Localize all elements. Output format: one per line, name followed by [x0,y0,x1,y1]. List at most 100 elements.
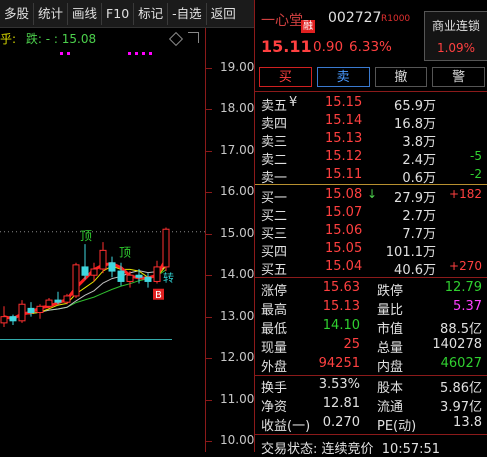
legend-prefix: 乎: [0,32,17,46]
cancel-order-button[interactable]: 撤 [374,67,428,87]
axis-tick-mark [206,109,212,111]
alert-button[interactable]: 警 [432,67,485,87]
axis-tick-mark [206,150,212,152]
candle-body [0,316,8,324]
candle-body [108,262,116,272]
sector-name: 商业连锁 [431,19,480,33]
candlestick-chart[interactable]: 顶顶B转 [0,48,205,452]
toolbar-item-multi-stock[interactable]: 多股 [0,2,35,25]
trade-actions: 买 卖 撤 警 [259,67,485,87]
price-change-pct: 6.33% [349,39,392,55]
buy-signal-label: B [155,290,162,301]
candle-body [117,270,125,282]
expand-icon[interactable] [188,32,199,43]
axis-tick-mark [206,233,212,235]
stat-row: 涨停 15.63 跌停 12.79 [261,280,482,299]
spread-divider [255,184,487,185]
sector-box[interactable]: 商业连锁 1.09% [424,11,487,61]
price-axis: 19.00 18.00 17.00 16.00 15.00 14.00 13.00 12.00… [205,28,254,452]
candle-body [162,228,170,268]
sector-pct: 1.09% [436,41,476,55]
legend-dash-label: 跌: [25,32,42,46]
bid-row-1[interactable]: 买一 15.08 ↓ 27.9万 +182 [255,187,487,206]
arrow-down-icon: ↓ [367,187,378,201]
axis-tick-mark [206,441,212,442]
ask-row-5[interactable]: 卖五 ¥ 15.15 65.9万 [255,95,487,114]
toolbar-item-draw-line[interactable]: 画线 [68,2,103,25]
status-value: 连续竞价 [321,442,374,457]
candle-body [126,274,134,282]
sell-button[interactable]: 卖 [316,67,370,87]
trading-status: 交易状态: 连续竞价 10:57:51 [261,438,440,457]
toolbar-item-mark[interactable]: 标记 [134,2,169,25]
ask-row-3[interactable]: 卖三 15.13 3.8万 [255,131,487,150]
axis-tick-label: 18.00 [220,101,255,116]
candle-body [72,264,80,297]
annotation-top-1: 顶 [80,229,92,243]
axis-tick-mark [206,316,212,318]
bid-row-4[interactable]: 买四 15.05 101.1万 [255,241,487,260]
axis-tick-label: 15.00 [220,225,255,240]
stat-row: 外盘 94251 内盘 46027 [261,356,482,375]
bid-row-3[interactable]: 买三 15.06 7.7万 [255,223,487,242]
stock-code: 002727 [328,10,382,26]
candle-body [63,295,71,303]
annotation-turn: 转 [163,270,174,284]
stat-row: 收益(一) 0.270 PE(动) 13.8 [261,415,482,434]
candle-body [9,316,17,322]
annotation-top-2: 顶 [119,246,131,260]
toolbar-item-statistics[interactable]: 统计 [34,2,69,25]
stat-row: 净资 12.81 流通 3.97亿 [261,396,482,415]
axis-tick-label: 10.00 [220,433,255,447]
candle-body [135,274,143,278]
stock-name: 一心堂 [261,13,303,29]
candle-body [144,276,152,282]
quote-panel: 一心堂 融 002727 R1000 15.11 0.90 6.33% 商业连锁… [254,0,487,457]
status-time: 10:57:51 [381,442,441,457]
divider [255,91,487,92]
divider [255,375,487,376]
ask-row-4[interactable]: 卖四 15.14 16.8万 [255,113,487,132]
price-change: 0.90 [313,39,344,55]
stat-row: 换手 3.53% 股本 5.86亿 [261,377,482,396]
toolbar-item-back[interactable]: 返回 [207,3,240,25]
status-label: 交易状态: [261,442,318,457]
candle-body [153,266,161,282]
stat-row: 最低 14.10 市值 88.5亿 [261,318,482,337]
toolbar-item-remove-watchlist[interactable]: -自选 [168,2,207,25]
candle-body [81,266,89,276]
axis-tick-mark [206,275,212,277]
candle-body [54,299,62,303]
chart-toolbar: 多股 统计 画线 F10 标记 -自选 返回 [0,0,255,28]
stat-row: 现量 25 总量 140278 [261,337,482,356]
toolbar-item-f10[interactable]: F10 [102,2,135,25]
r-tag: R1000 [381,14,411,24]
axis-tick-label: 12.00 [220,350,255,365]
buy-button[interactable]: 买 [259,67,312,87]
axis-tick-label: 13.00 [220,308,255,323]
candle-body [90,268,98,276]
ask-row-2[interactable]: 卖二 15.12 2.4万 -5 [255,149,487,168]
axis-tick-label: 16.00 [220,184,255,199]
candle-body [18,303,26,322]
axis-tick-label: 17.00 [220,142,255,157]
divider [255,277,487,278]
axis-tick-label: 14.00 [220,267,255,282]
axis-tick-mark [206,192,212,194]
margin-tag: 融 [301,20,315,33]
candle-body [45,299,53,307]
candle-body [27,307,35,314]
candle-body [36,305,44,314]
axis-tick-label: 19.00 [220,60,255,74]
axis-tick-mark [206,399,212,401]
axis-tick-mark [206,358,212,360]
candle-body [99,249,107,270]
ask-row-1[interactable]: 卖一 15.11 0.6万 -2 [255,167,487,186]
last-price: 15.11 [261,37,312,56]
axis-tick-label: 11.00 [220,391,255,406]
bid-row-2[interactable]: 买二 15.07 2.7万 [255,205,487,224]
axis-tick-mark [206,68,212,69]
bid-row-5[interactable]: 买五 15.04 40.6万 +270 [255,259,487,278]
divider [255,434,487,435]
stat-row: 最高 15.13 量比 5.37 [261,299,482,318]
